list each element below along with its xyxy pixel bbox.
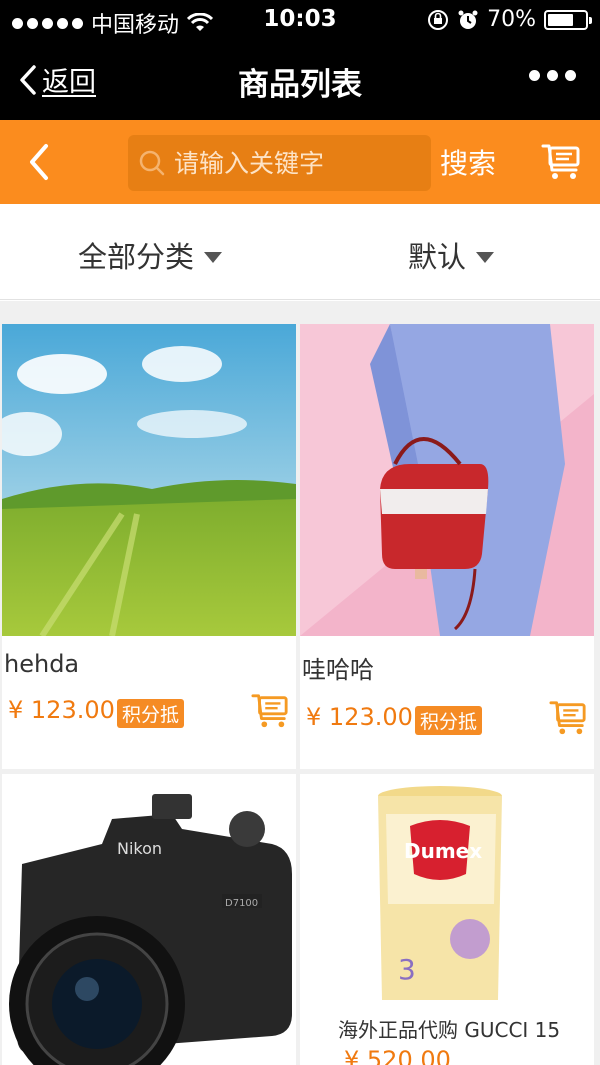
product-grid: hehda ¥ 123.00 积分抵 哇哈哈 ¥ 123.00 积分抵 Niko…	[0, 301, 600, 1065]
product-name: 海外正品代购 GUCCI 15	[338, 1018, 561, 1042]
more-dot-icon	[547, 70, 558, 81]
product-name: hehda	[4, 650, 80, 678]
search-input[interactable]	[174, 148, 414, 178]
svg-text:3: 3	[398, 953, 416, 986]
product-image	[2, 324, 296, 636]
points-tag: 积分抵	[117, 699, 185, 728]
product-card[interactable]: hehda ¥ 123.00 积分抵	[2, 324, 296, 769]
sort-filter-label: 默认	[408, 240, 467, 274]
category-filter[interactable]: 全部分类	[78, 234, 223, 276]
points-tag: 积分抵	[415, 706, 483, 735]
battery-percent: 70%	[487, 7, 536, 32]
product-name: 哇哈哈	[302, 656, 374, 684]
search-box[interactable]	[128, 135, 431, 191]
search-icon	[139, 150, 165, 176]
battery-level	[548, 13, 573, 26]
svg-text:D7100: D7100	[225, 898, 258, 909]
more-dot-icon	[565, 70, 576, 81]
sort-filter[interactable]: 默认	[408, 234, 495, 276]
product-image	[300, 324, 594, 636]
svg-text:Dumex: Dumex	[404, 839, 482, 863]
product-price: ¥ 123.00	[306, 703, 413, 731]
filter-bar: 全部分类 默认	[0, 204, 600, 300]
search-button[interactable]: 搜索	[440, 142, 496, 182]
search-header: 搜索	[0, 120, 600, 204]
price-row: ¥ 123.00 积分抵	[2, 678, 296, 758]
add-to-cart-icon[interactable]	[250, 692, 290, 730]
caret-down-icon	[476, 251, 495, 263]
more-options-button[interactable]	[529, 70, 576, 81]
nav-back-label: 返回	[42, 67, 96, 98]
chevron-left-icon	[20, 64, 36, 95]
add-to-cart-icon[interactable]	[548, 699, 588, 737]
product-card[interactable]: Nikon D7100	[2, 774, 296, 1065]
header-back-button[interactable]	[22, 140, 62, 184]
product-price: ¥ 123.00	[8, 696, 115, 724]
alarm-icon	[458, 10, 478, 29]
rotation-lock-icon	[428, 9, 449, 30]
price-row: ¥ 123.00 积分抵	[300, 685, 594, 765]
battery-icon	[544, 9, 592, 30]
svg-text:Nikon: Nikon	[117, 839, 162, 858]
product-image: Nikon D7100	[2, 774, 296, 1065]
caret-down-icon	[204, 251, 223, 263]
category-filter-label: 全部分类	[78, 240, 195, 274]
status-bar: 中国移动 10:03 70%	[0, 0, 600, 40]
cart-icon[interactable]	[540, 142, 582, 182]
more-dot-icon	[529, 70, 540, 81]
product-card[interactable]: 哇哈哈 ¥ 123.00 积分抵	[300, 324, 594, 769]
nav-back-button[interactable]: 返回	[18, 60, 96, 99]
nav-bar: 返回 商品列表	[0, 40, 600, 120]
product-card[interactable]: Dumex 3 海外正品代购 GUCCI 15 ¥ 520.00	[300, 774, 594, 1065]
status-right: 70%	[427, 7, 592, 32]
product-price: ¥ 520.00	[344, 1046, 451, 1065]
